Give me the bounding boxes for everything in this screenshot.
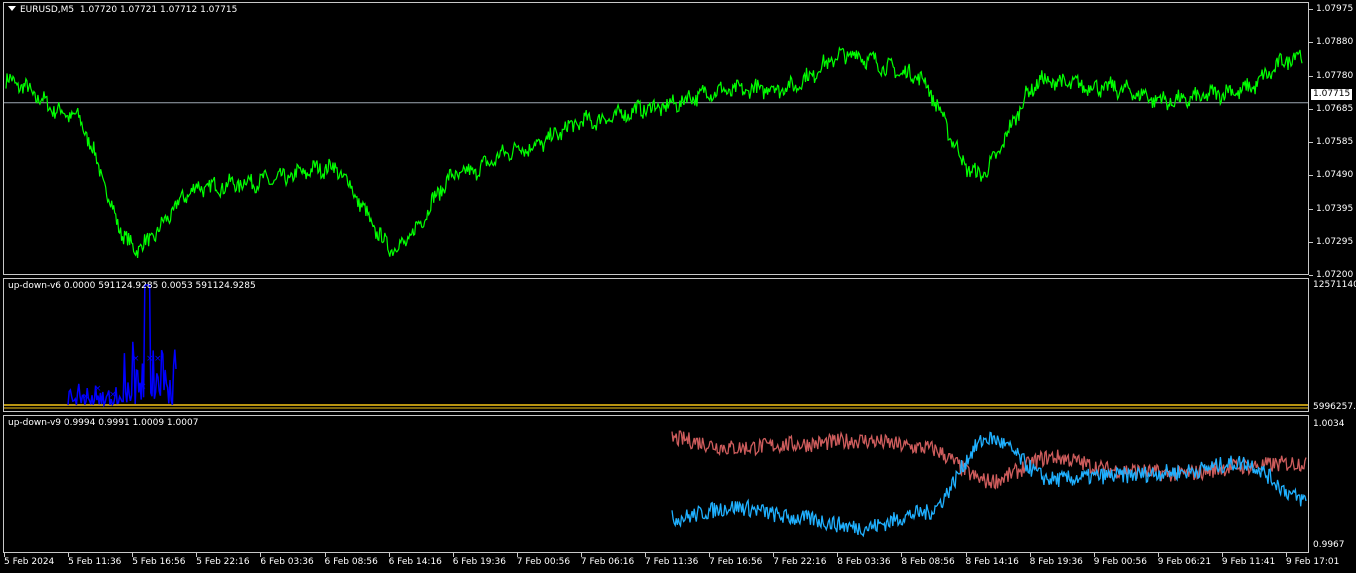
time-axis-tick	[1286, 553, 1287, 557]
time-axis-label: 7 Feb 16:56	[709, 557, 763, 567]
collapse-triangle-icon[interactable]	[8, 6, 16, 11]
indicator-v6-marker: ×	[139, 382, 147, 392]
time-axis-label: 7 Feb 00:56	[516, 557, 571, 567]
time-axis-label: 6 Feb 19:36	[452, 557, 507, 567]
time-axis-label: 5 Feb 22:16	[196, 557, 250, 567]
price-axis-tick	[1309, 108, 1313, 110]
price-axis-tick	[1309, 275, 1313, 276]
time-axis-label: 8 Feb 19:36	[1029, 557, 1083, 567]
indicator-v9-axis-top: 1.0034	[1313, 419, 1345, 429]
time-axis-label: 6 Feb 08:56	[324, 557, 378, 567]
time-axis-tick	[1221, 553, 1223, 557]
time-axis-tick	[773, 553, 775, 557]
time-axis-label: 9 Feb 17:01	[1286, 557, 1340, 567]
time-axis-tick	[516, 553, 518, 557]
indicator-v6-marker: ×	[154, 354, 162, 364]
indicator-v6-series	[67, 284, 177, 408]
price-axis-label: 1.07585	[1316, 137, 1354, 147]
time-axis-tick	[196, 553, 198, 557]
symbol-label: EURUSD,M5	[20, 5, 75, 15]
indicator-v6-marker: ×	[82, 392, 90, 402]
time-axis-label: 8 Feb 03:36	[837, 557, 891, 567]
indicator-v6-marker: ×	[146, 354, 154, 364]
price-axis-tick	[1309, 9, 1313, 10]
price-axis-tick	[1309, 75, 1313, 77]
indicator-v9-axis-bottom: 0.9967	[1313, 540, 1345, 550]
indicator-v9-pane[interactable]: up-down-v9 0.9994 0.9991 1.0009 1.0007	[3, 415, 1309, 553]
price-axis-tick	[1309, 208, 1313, 210]
time-axis-label: 7 Feb 22:16	[773, 557, 827, 567]
time-axis-tick	[1093, 553, 1095, 557]
indicator-v6-axis-bottom: 5996257.	[1313, 402, 1356, 412]
time-axis-label: 7 Feb 06:16	[580, 557, 635, 567]
price-plot[interactable]	[4, 3, 1308, 274]
time-axis-label: 9 Feb 00:56	[1093, 557, 1148, 567]
price-axis-label: 1.07490	[1316, 170, 1354, 181]
price-axis-tick	[1309, 142, 1313, 143]
price-axis-label: 1.07880	[1316, 37, 1354, 48]
main-pane-header: EURUSD,M5 1.07720 1.07721 1.07712 1.0771…	[8, 5, 237, 15]
time-axis-tick	[837, 553, 839, 557]
indicator-v6-marker: ×	[94, 384, 102, 394]
time-axis-tick	[645, 553, 646, 557]
time-axis-tick	[452, 553, 454, 557]
indicator-v6-plot[interactable]: ××× × ×××	[4, 279, 1308, 411]
indicator-v6-header: up-down-v6 0.0000 591124.9285 0.0053 591…	[8, 281, 256, 291]
indicator-v9-plot[interactable]	[4, 416, 1308, 552]
ohlc-label: 1.07720 1.07721 1.07712 1.07715	[79, 5, 238, 15]
time-axis-tick	[260, 553, 262, 557]
indicator-v6-axis-top: 12571140	[1313, 280, 1356, 290]
indicator-v6-marker: ×	[132, 354, 140, 364]
time-axis-label: 5 Feb 16:56	[132, 557, 186, 567]
main-price-pane[interactable]: EURUSD,M5 1.07720 1.07721 1.07712 1.0771…	[3, 2, 1309, 275]
price-axis-tick	[1309, 175, 1313, 177]
indicator-v9-header: up-down-v9 0.9994 0.9991 1.0009 1.0007	[8, 418, 199, 428]
time-axis-label: 9 Feb 11:41	[1221, 557, 1276, 567]
chart-window[interactable]: EURUSD,M5 1.07720 1.07721 1.07712 1.0771…	[0, 0, 1356, 573]
time-axis-label: 6 Feb 14:16	[388, 557, 442, 567]
time-axis-tick	[388, 553, 390, 557]
price-axis-label: 1.07975	[1316, 4, 1354, 14]
time-axis-tick	[580, 553, 582, 557]
time-axis-tick	[1157, 553, 1159, 557]
time-axis-label: 5 Feb 11:36	[68, 557, 122, 567]
price-axis-label: 1.07200	[1316, 270, 1354, 280]
time-axis-tick	[709, 553, 711, 557]
time-axis-label: 5 Feb 2024	[4, 557, 55, 567]
time-axis-label: 7 Feb 11:36	[645, 557, 699, 567]
price-series-line	[5, 46, 1303, 258]
time-axis-label: 9 Feb 06:21	[1157, 557, 1212, 567]
price-axis-label: 1.07395	[1316, 203, 1354, 214]
current-price-tag: 1.07715	[1311, 89, 1353, 100]
time-axis-label: 8 Feb 14:16	[965, 557, 1019, 567]
indicator-v6-pane[interactable]: × × × × × × × up-down-v6 0.0000 591124.9285 0.…	[3, 278, 1309, 412]
price-axis-label: 1.07780	[1316, 70, 1354, 81]
time-axis-tick	[965, 553, 967, 557]
time-axis-label: 8 Feb 08:56	[901, 557, 955, 567]
price-axis-label: 1.07295	[1316, 236, 1354, 247]
indicator-v6-marker: ×	[109, 390, 117, 400]
time-axis-tick	[901, 553, 903, 557]
time-axis-tick	[1029, 553, 1031, 557]
time-axis-label: 6 Feb 03:36	[260, 557, 314, 567]
time-axis-tick	[4, 553, 5, 557]
time-axis-tick	[324, 553, 326, 557]
price-axis-tick	[1309, 241, 1313, 243]
price-axis-tick	[1309, 42, 1313, 44]
time-axis-tick	[132, 553, 134, 557]
price-axis-label: 1.07685	[1316, 103, 1354, 114]
time-axis-tick	[68, 553, 70, 557]
